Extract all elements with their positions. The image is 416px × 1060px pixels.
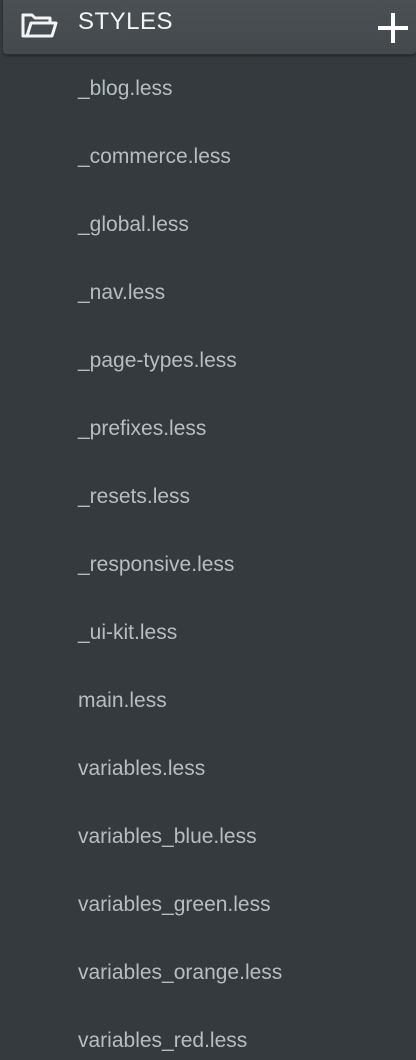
- file-item[interactable]: variables_green.less: [0, 871, 416, 939]
- file-item[interactable]: _page-types.less: [0, 327, 416, 395]
- file-item[interactable]: _prefixes.less: [0, 395, 416, 463]
- file-item[interactable]: variables_orange.less: [0, 939, 416, 1007]
- file-item[interactable]: variables.less: [0, 735, 416, 803]
- file-list: _blog.less _commerce.less _global.less _…: [0, 55, 416, 1060]
- file-item[interactable]: _responsive.less: [0, 531, 416, 599]
- file-item[interactable]: variables_red.less: [0, 1007, 416, 1060]
- file-item[interactable]: _blog.less: [0, 55, 416, 123]
- file-item[interactable]: _commerce.less: [0, 123, 416, 191]
- add-file-button[interactable]: [376, 10, 410, 44]
- folder-title: STYLES: [78, 8, 174, 35]
- plus-icon: [378, 13, 408, 43]
- folder-open-icon: [17, 10, 61, 40]
- file-item[interactable]: main.less: [0, 667, 416, 735]
- file-item[interactable]: _global.less: [0, 191, 416, 259]
- file-item[interactable]: _nav.less: [0, 259, 416, 327]
- file-item[interactable]: variables_blue.less: [0, 803, 416, 871]
- file-item[interactable]: _resets.less: [0, 463, 416, 531]
- file-item[interactable]: _ui-kit.less: [0, 599, 416, 667]
- styles-panel: STYLES _blog.less _commerce.less _global…: [0, 0, 416, 1060]
- styles-folder-header[interactable]: STYLES: [3, 0, 416, 55]
